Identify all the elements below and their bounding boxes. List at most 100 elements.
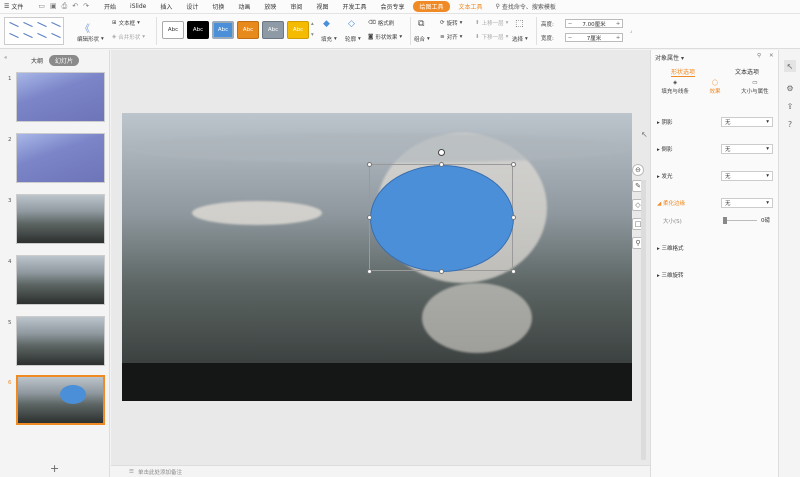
bring-forward-button[interactable]: ⬆ 上移一层 ▾ — [475, 19, 508, 27]
3d-format-row[interactable]: ▸ 三维格式 — [657, 242, 773, 253]
rotate-handle-icon[interactable] — [438, 149, 445, 156]
tab-review[interactable]: 审阅 — [283, 2, 309, 11]
print-icon[interactable]: ⎙ — [62, 2, 68, 11]
slide[interactable] — [122, 113, 632, 401]
help-icon[interactable]: ? — [784, 118, 796, 130]
style-preset-black[interactable]: Abc — [187, 21, 209, 39]
outline-button[interactable]: 轮廓 ▾ — [345, 35, 361, 43]
collapse-toolbar-icon[interactable]: ⊖ — [632, 164, 644, 176]
share-icon[interactable]: ⇪ — [784, 100, 796, 112]
resize-handle[interactable] — [367, 215, 372, 220]
tab-islide[interactable]: iSlide — [123, 3, 153, 10]
slide-thumbnail-6[interactable] — [16, 375, 105, 425]
select-pointer-icon[interactable]: ↖ — [784, 60, 796, 72]
shadow-row[interactable]: ▸ 阴影 无 ▾ — [657, 116, 773, 127]
style-scroll-up-icon[interactable]: ▴ — [311, 21, 314, 27]
fill-button[interactable]: 填充 ▾ — [321, 35, 337, 43]
tab-view[interactable]: 视图 — [309, 2, 335, 11]
glow-dropdown[interactable]: 无 ▾ — [721, 170, 773, 181]
style-scroll-down-icon[interactable]: ▾ — [311, 32, 314, 38]
shape-effects-button[interactable]: ◙ 形状效果 ▾ — [368, 33, 402, 41]
resize-handle[interactable] — [511, 215, 516, 220]
style-preset-gray[interactable]: Abc — [262, 21, 284, 39]
subtab-size[interactable]: ▭ 大小与属性 — [741, 80, 769, 95]
add-slide-button[interactable]: + — [50, 462, 59, 475]
select-icon[interactable]: ⬚ — [515, 19, 524, 29]
resize-handle[interactable] — [367, 269, 372, 274]
tab-drawing-tools[interactable]: 绘图工具 — [413, 1, 450, 12]
height-field[interactable]: − 7.00厘米 + — [565, 19, 623, 28]
align-button[interactable]: ≡ 对齐 ▾ — [440, 33, 462, 41]
format-painter-button[interactable]: ⌫ 格式刷 — [368, 19, 394, 27]
select-button[interactable]: 选择 ▾ — [512, 35, 528, 43]
textbox-button[interactable]: ⊞ 文本框 ▾ — [112, 19, 140, 27]
rotate-button[interactable]: ⟳ 旋转 ▾ — [440, 19, 462, 27]
adjust-icon[interactable]: ⚙ — [784, 82, 796, 94]
tab-design[interactable]: 设计 — [179, 2, 205, 11]
glow-row[interactable]: ▸ 发光 无 ▾ — [657, 170, 773, 181]
tab-shape-options[interactable]: 形状选项 — [670, 67, 695, 77]
minus-icon[interactable]: − — [566, 35, 574, 41]
tab-member[interactable]: 会员专享 — [373, 2, 411, 11]
style-preset-blue[interactable]: Abc — [212, 21, 234, 39]
selection-box[interactable] — [367, 149, 516, 274]
tab-animation[interactable]: 动画 — [231, 2, 257, 11]
tab-outline[interactable]: 大纲 — [25, 55, 49, 66]
fill-icon[interactable]: ◆ — [323, 19, 330, 29]
tab-transition[interactable]: 切换 — [205, 2, 231, 11]
redo-icon[interactable]: ↷ — [83, 2, 89, 11]
resize-handle[interactable] — [439, 269, 444, 274]
tab-text-tools[interactable]: 文本工具 — [452, 2, 490, 11]
merge-shape-button[interactable]: ◈ 合并形状 ▾ — [112, 33, 145, 41]
3d-rotation-row[interactable]: ▸ 三维旋转 — [657, 269, 773, 280]
edit-shape-icon[interactable]: 《 — [80, 20, 90, 35]
outline-icon[interactable]: ◇ — [348, 19, 355, 29]
notes-bar[interactable]: ☰ 单击此处添加备注 — [111, 465, 650, 477]
tab-insert[interactable]: 插入 — [153, 2, 179, 11]
style-preset-orange[interactable]: Abc — [237, 21, 259, 39]
shadow-dropdown[interactable]: 无 ▾ — [721, 116, 773, 127]
pin-icon[interactable]: ⚲ — [757, 53, 761, 59]
slide-thumbnail-2[interactable] — [16, 133, 105, 183]
soft-edges-dropdown[interactable]: 无 ▾ — [721, 197, 773, 208]
tab-start[interactable]: 开始 — [97, 2, 123, 11]
resize-handle[interactable] — [511, 269, 516, 274]
combine-button[interactable]: 组合 ▾ — [414, 35, 430, 43]
subtab-effects[interactable]: ◯ 效果 — [709, 80, 720, 95]
slide-thumbnail-1[interactable] — [16, 72, 105, 122]
resize-handle[interactable] — [367, 162, 372, 167]
tab-slideshow[interactable]: 放映 — [257, 2, 283, 11]
minus-icon[interactable]: − — [566, 21, 574, 27]
tab-developer[interactable]: 开发工具 — [335, 2, 373, 11]
selected-ellipse[interactable] — [370, 165, 514, 272]
reflection-row[interactable]: ▸ 倒影 无 ▾ — [657, 143, 773, 154]
save-icon[interactable]: ▣ — [50, 2, 57, 11]
style-preset-white[interactable]: Abc — [162, 21, 184, 39]
vertical-scrollbar[interactable] — [641, 180, 646, 460]
style-preset-yellow[interactable]: Abc — [287, 21, 309, 39]
size-dialog-icon[interactable]: ⌟ — [630, 28, 633, 34]
undo-icon[interactable]: ↶ — [72, 2, 78, 11]
combine-icon[interactable]: ⧉ — [418, 19, 424, 29]
resize-handle[interactable] — [511, 162, 516, 167]
send-backward-button[interactable]: ⬇ 下移一层 ▾ — [475, 33, 508, 41]
reflection-dropdown[interactable]: 无 ▾ — [721, 143, 773, 154]
command-search[interactable]: ⚲ 查找命令、搜索模板 — [496, 2, 556, 11]
edit-shape-button[interactable]: 编辑形状 ▾ — [77, 35, 104, 43]
subtab-fill-line[interactable]: ◈ 填充与线条 — [661, 80, 689, 95]
slide-thumbnail-5[interactable] — [16, 316, 105, 366]
editing-canvas[interactable]: ⊖ ✎ ◇ □ ⚲ ↖ — [111, 50, 650, 465]
folder-icon[interactable]: ▭ — [38, 2, 45, 11]
slide-thumbnail-3[interactable] — [16, 194, 105, 244]
resize-handle[interactable] — [439, 162, 444, 167]
size-slider[interactable]: 0磅 — [723, 216, 773, 225]
tab-slides[interactable]: 幻灯片 — [49, 54, 80, 66]
plus-icon[interactable]: + — [614, 21, 622, 27]
shape-gallery[interactable] — [4, 17, 64, 45]
tab-text-options[interactable]: 文本选项 — [735, 67, 759, 77]
close-icon[interactable]: ✕ — [769, 53, 774, 59]
slide-thumbnail-4[interactable] — [16, 255, 105, 305]
file-menu[interactable]: ☰ 文件 — [0, 2, 30, 11]
soft-edges-row[interactable]: ◢ 柔化边缘 无 ▾ — [657, 197, 773, 208]
collapse-panel-icon[interactable]: « — [4, 55, 7, 61]
